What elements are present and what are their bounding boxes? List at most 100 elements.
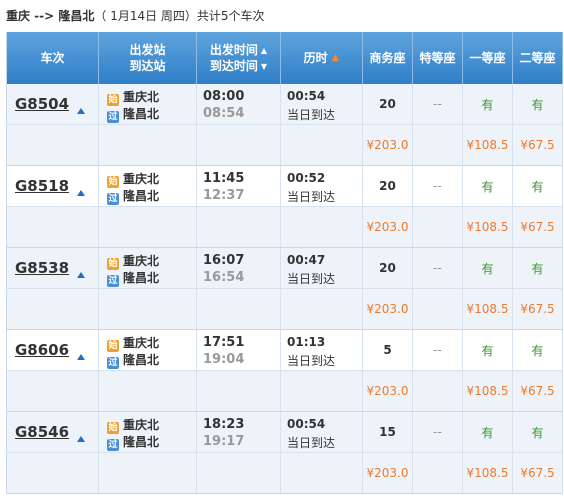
pass-badge-icon: 过 <box>107 357 119 369</box>
departure-time: 17:51 <box>203 335 245 350</box>
second-class-cell: 有 <box>513 412 563 452</box>
business-price-cell: ¥203.0 <box>363 207 413 247</box>
train-row: G8546 始重庆北 过隆昌北 18:23 19:17 00:54 当日到达 1… <box>7 412 563 453</box>
price-empty-cell <box>7 207 99 247</box>
departure-station: 始重庆北 <box>107 334 159 352</box>
train-number-link[interactable]: G8518 <box>15 177 69 195</box>
pass-badge-icon: 过 <box>107 275 119 287</box>
header-second-label: 二等座 <box>519 51 556 65</box>
header-special: 特等座 <box>413 32 463 84</box>
duration-cell: 00:54 当日到达 <box>281 412 363 452</box>
price-empty-cell <box>99 207 197 247</box>
arrival-time: 19:17 <box>203 434 245 449</box>
sort-duration-icon[interactable]: ▲ <box>332 50 340 66</box>
first-class-cell: 有 <box>463 84 513 124</box>
price-empty-cell <box>281 207 363 247</box>
query-summary: 重庆 --> 隆昌北（ 1月14日 周四）共计5个车次 <box>6 6 265 26</box>
expand-stops-icon[interactable] <box>77 190 85 196</box>
arrival-day: 当日到达 <box>287 354 336 368</box>
business-price-cell: ¥203.0 <box>363 453 413 493</box>
date-text: （ 1月14日 周四） <box>94 9 197 23</box>
departure-time: 08:00 <box>203 89 245 104</box>
stations-cell: 始重庆北 过隆昌北 <box>99 330 197 370</box>
times-cell: 17:51 19:04 <box>197 330 281 370</box>
special-seat-value: -- <box>433 97 442 111</box>
table-body: G8504 始重庆北 过隆昌北 08:00 08:54 00:54 当日到达 2… <box>7 84 563 494</box>
price-empty-cell <box>281 453 363 493</box>
pass-badge-icon: 过 <box>107 193 119 205</box>
train-count: 共计5个车次 <box>196 9 265 23</box>
train-cell: G8606 <box>7 330 99 370</box>
sort-arrival-time[interactable]: 到达时间 ▼ <box>210 58 267 74</box>
train-number-link[interactable]: G8504 <box>15 95 69 113</box>
second-class-price-cell: ¥67.5 <box>513 207 563 247</box>
special-seat-value: -- <box>433 261 442 275</box>
first-class-availability: 有 <box>481 97 494 112</box>
expand-stops-icon[interactable] <box>77 354 85 360</box>
second-class-price: ¥67.5 <box>520 466 555 480</box>
special-price-cell <box>413 453 463 493</box>
price-empty-cell <box>7 453 99 493</box>
expand-stops-icon[interactable] <box>77 108 85 114</box>
expand-stops-icon[interactable] <box>77 272 85 278</box>
first-class-price-cell: ¥108.5 <box>463 125 513 165</box>
arrival-station-name: 隆昌北 <box>123 353 160 367</box>
arrival-day: 当日到达 <box>287 190 336 204</box>
arrival-time: 08:54 <box>203 106 245 121</box>
stations-cell: 始重庆北 过隆昌北 <box>99 248 197 288</box>
first-class-cell: 有 <box>463 166 513 206</box>
train-number-link[interactable]: G8546 <box>15 423 69 441</box>
sort-down-icon[interactable]: ▼ <box>261 62 267 71</box>
second-class-price: ¥67.5 <box>520 220 555 234</box>
first-class-price-cell: ¥108.5 <box>463 453 513 493</box>
price-row: ¥203.0 ¥108.5 ¥67.5 <box>7 125 563 166</box>
route-text: 重庆 --> 隆昌北 <box>6 9 95 23</box>
departure-station-name: 重庆北 <box>123 172 160 186</box>
duration-value: 00:54 <box>287 417 326 431</box>
business-seat-count: 20 <box>379 261 396 275</box>
sort-up-icon[interactable]: ▲ <box>261 46 267 55</box>
duration-cell: 00:54 当日到达 <box>281 84 363 124</box>
second-class-availability: 有 <box>531 179 544 194</box>
departure-station: 始重庆北 <box>107 252 159 270</box>
arrival-station-name: 隆昌北 <box>123 271 160 285</box>
business-price: ¥203.0 <box>366 384 409 398</box>
special-price-cell <box>413 125 463 165</box>
special-price-cell <box>413 207 463 247</box>
train-number-link[interactable]: G8538 <box>15 259 69 277</box>
first-class-availability: 有 <box>481 179 494 194</box>
departure-station: 始重庆北 <box>107 88 159 106</box>
expand-stops-icon[interactable] <box>77 436 85 442</box>
train-cell: G8546 <box>7 412 99 452</box>
header-duration-label: 历时 <box>303 51 328 65</box>
business-seat-cell: 20 <box>363 166 413 206</box>
train-number-link[interactable]: G8606 <box>15 341 69 359</box>
first-class-cell: 有 <box>463 412 513 452</box>
sort-departure-time[interactable]: 出发时间 ▲ <box>210 42 267 58</box>
special-seat-value: -- <box>433 343 442 357</box>
first-class-price: ¥108.5 <box>466 466 509 480</box>
header-duration[interactable]: 历时 ▲ <box>281 32 363 84</box>
price-row: ¥203.0 ¥108.5 ¥67.5 <box>7 207 563 248</box>
departure-time: 11:45 <box>203 171 245 186</box>
price-empty-cell <box>99 371 197 411</box>
special-seat-value: -- <box>433 179 442 193</box>
special-seat-cell: -- <box>413 84 463 124</box>
business-seat-cell: 20 <box>363 84 413 124</box>
first-class-cell: 有 <box>463 330 513 370</box>
second-class-cell: 有 <box>513 166 563 206</box>
special-seat-cell: -- <box>413 166 463 206</box>
header-times[interactable]: 出发时间 ▲ 到达时间 ▼ <box>197 32 281 84</box>
train-cell: G8504 <box>7 84 99 124</box>
departure-station: 始重庆北 <box>107 416 159 434</box>
first-class-price: ¥108.5 <box>466 138 509 152</box>
header-special-label: 特等座 <box>419 51 456 65</box>
business-price: ¥203.0 <box>366 302 409 316</box>
price-empty-cell <box>197 207 281 247</box>
business-price: ¥203.0 <box>366 220 409 234</box>
business-price: ¥203.0 <box>366 138 409 152</box>
first-class-availability: 有 <box>481 261 494 276</box>
first-class-price-cell: ¥108.5 <box>463 289 513 329</box>
arrival-station-name: 隆昌北 <box>123 107 160 121</box>
departure-station: 始重庆北 <box>107 170 159 188</box>
